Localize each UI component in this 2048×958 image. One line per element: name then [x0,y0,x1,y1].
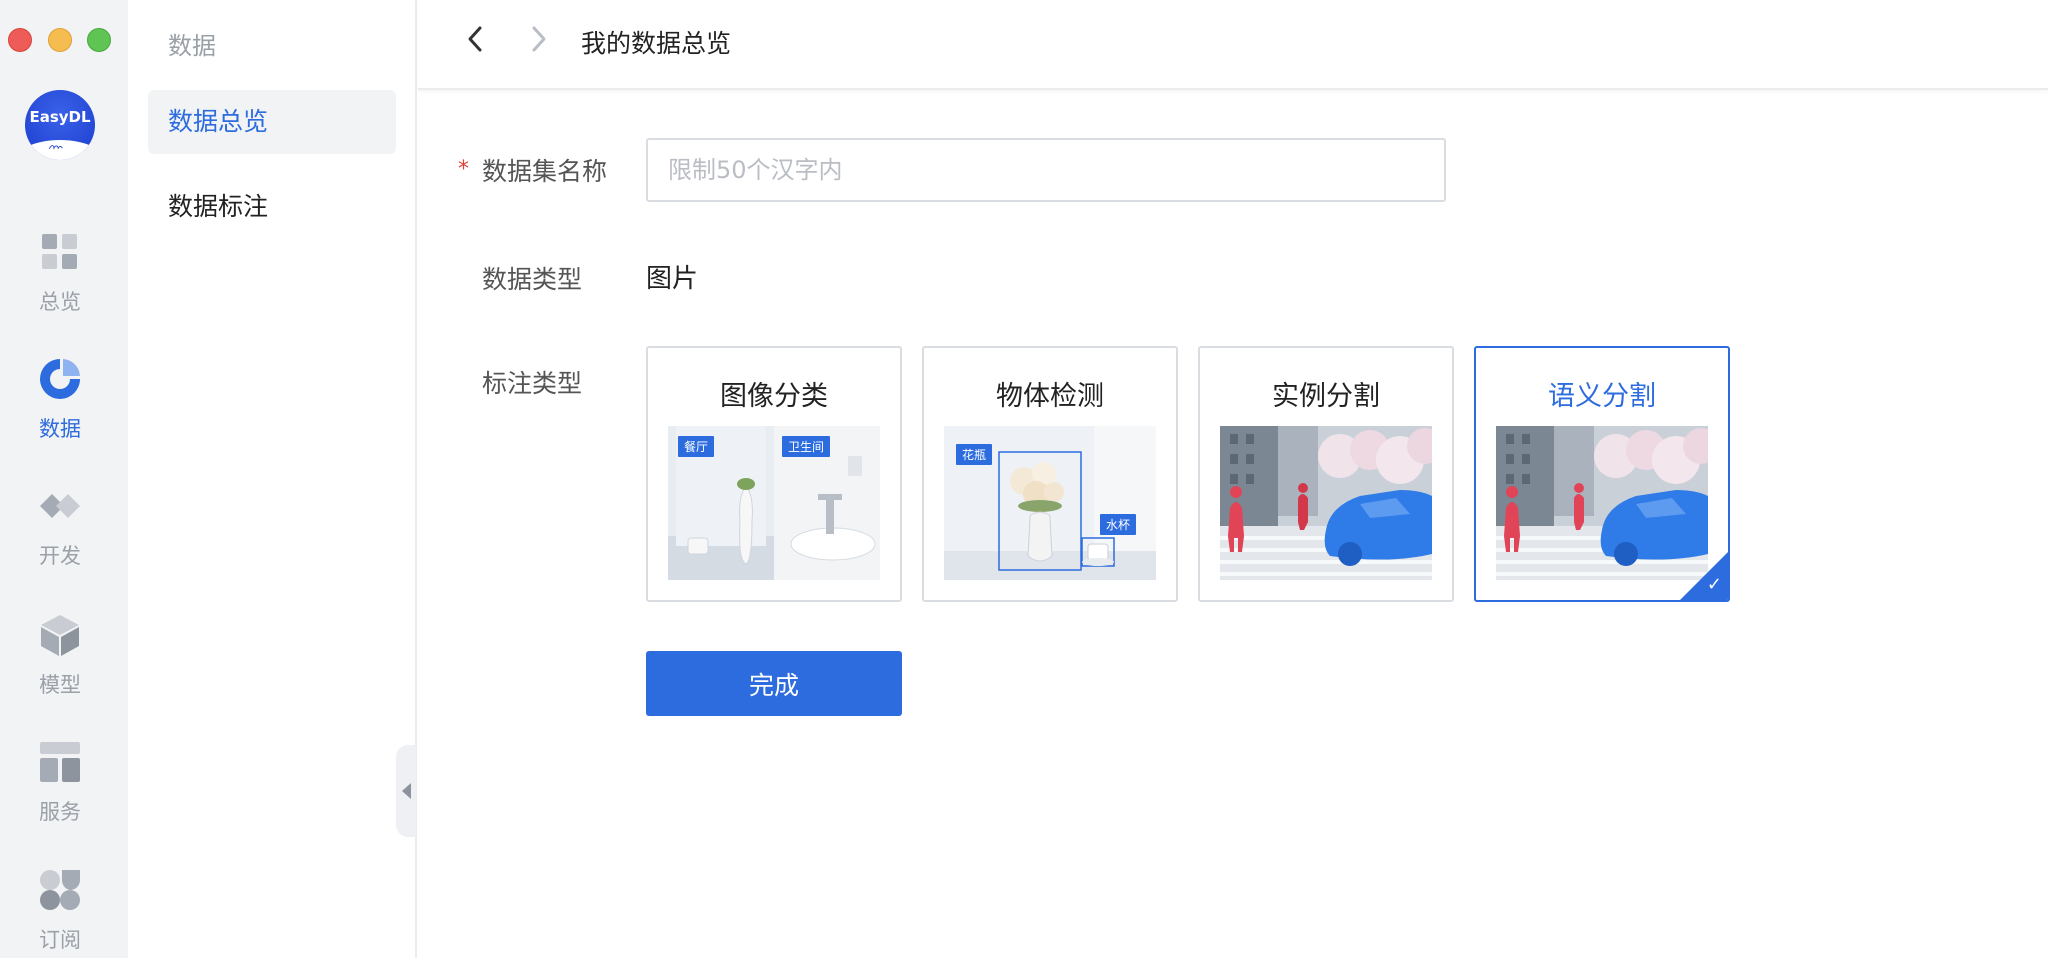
forward-button[interactable] [524,22,554,56]
layout-panels-icon [38,740,82,784]
subnav-item-data-overview[interactable]: 数据总览 [148,90,396,154]
rail-item-develop[interactable]: 开发 [0,484,120,570]
sidebar-collapse-handle[interactable] [396,745,416,837]
data-type-value: 图片 [646,264,699,294]
rail-label-subscribe: 订阅 [39,928,81,952]
annotation-option-image-classification[interactable]: 图像分类 餐厅 卫生间 [646,346,902,602]
option-label: 语义分割 [1548,381,1656,412]
easydl-logo[interactable]: EasyDL [25,90,95,160]
dataset-name-label: 数据集名称 [482,157,608,186]
window-close-button[interactable] [8,28,32,52]
rail-label-service: 服务 [39,800,81,824]
rail-label-overview: 总览 [39,290,81,314]
subnav-title: 数据 [168,32,216,60]
pie-chart-icon [38,357,82,401]
secondary-nav: 数据 数据总览 数据标注 [128,0,417,958]
window-minimize-button[interactable] [48,28,72,52]
detection-preview-image: 花瓶 水杯 [944,426,1156,580]
semantic-segmentation-preview-image [1496,426,1708,580]
rail-item-overview[interactable]: 总览 [0,230,120,316]
logo-signature-icon [48,145,63,150]
chevron-right-icon [532,26,546,52]
classification-preview-image: 餐厅 卫生间 [668,426,880,580]
option-label: 实例分割 [1272,381,1380,412]
tag-restaurant: 餐厅 [678,436,715,457]
rail-item-data[interactable]: 数据 [0,357,120,443]
dataset-name-input[interactable] [646,138,1446,202]
rail-label-data: 数据 [39,417,81,441]
tag-vase: 花瓶 [956,444,993,465]
back-button[interactable] [460,22,490,56]
tag-bathroom: 卫生间 [782,436,831,457]
annotation-type-label: 标注类型 [482,369,583,398]
instance-segmentation-preview-image [1220,426,1432,580]
data-type-label: 数据类型 [482,265,583,294]
chevron-left-icon [468,26,482,52]
checkmark-icon: ✓ [1706,574,1722,595]
rail-label-model: 模型 [39,673,81,697]
rail-item-service[interactable]: 服务 [0,740,120,826]
annotation-option-semantic-segmentation[interactable]: 语义分割 ✓ [1474,346,1730,602]
logo-text: EasyDL [29,108,91,126]
required-asterisk: * [458,157,469,182]
option-label: 图像分类 [720,381,828,412]
diamond-pair-icon [38,484,82,528]
annotation-option-instance-segmentation[interactable]: 实例分割 [1198,346,1454,602]
tag-cup: 水杯 [1100,514,1137,535]
window-zoom-button[interactable] [87,28,111,52]
rail-item-subscribe[interactable]: 订阅 [0,868,120,954]
clover-icon [38,868,82,912]
rail-label-develop: 开发 [39,544,81,568]
done-button[interactable]: 完成 [646,651,902,716]
subnav-item-data-annotation[interactable]: 数据标注 [148,175,396,239]
option-label: 物体检测 [996,381,1104,412]
app-rail: EasyDL 总览 数据 开发 模型 服务 订阅 [0,0,128,958]
rail-item-model[interactable]: 模型 [0,613,120,699]
annotation-option-object-detection[interactable]: 物体检测 花瓶 水杯 [922,346,1178,602]
cube-icon [38,613,82,657]
page-header: 我的数据总览 [418,0,2048,90]
page-title: 我的数据总览 [581,29,732,58]
dashboard-grid-icon [38,230,82,274]
